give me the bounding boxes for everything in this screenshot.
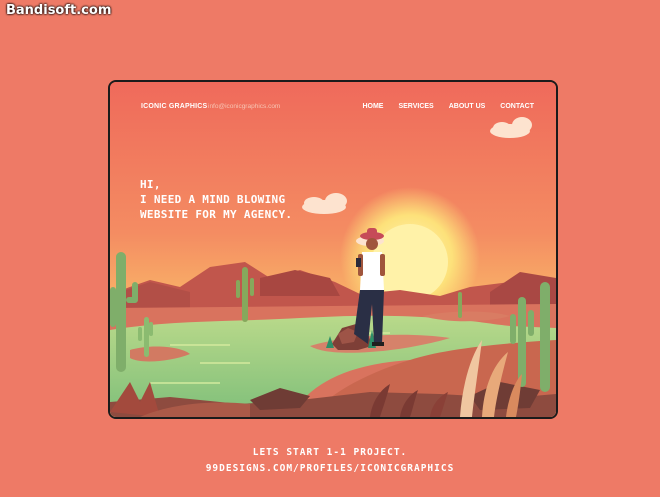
cactus-distant-2 <box>458 292 462 318</box>
nav-item-services[interactable]: SERVICES <box>398 103 433 110</box>
nav-item-contact[interactable]: CONTACT <box>500 103 534 110</box>
contact-email[interactable]: info@iconicgraphics.com <box>208 103 280 110</box>
brand-logo-text[interactable]: ICONIC GRAPHICS <box>141 103 207 110</box>
footer-line-2[interactable]: 99DESIGNS.COM/PROFILES/ICONICGRAPHICS <box>0 461 660 477</box>
top-navigation: ICONIC GRAPHICS info@iconicgraphics.com … <box>110 82 556 122</box>
website-mockup-frame: ICONIC GRAPHICS info@iconicgraphics.com … <box>108 80 558 419</box>
desert-scene-illustration <box>110 82 556 417</box>
nav-item-home[interactable]: HOME <box>362 103 383 110</box>
nav-item-about-us[interactable]: ABOUT US <box>449 103 486 110</box>
hero-headline: HI, I NEED A MIND BLOWING WEBSITE FOR MY… <box>140 177 360 222</box>
watermark: Bandisoft.com <box>6 3 112 18</box>
hero-line-1: HI, <box>140 178 161 191</box>
nav-menu: HOME SERVICES ABOUT US CONTACT <box>362 103 534 110</box>
hero-line-2: I NEED A MIND BLOWING <box>140 193 286 206</box>
hero-line-3: WEBSITE FOR MY AGENCY. <box>140 208 293 221</box>
footer-caption: LETS START 1-1 PROJECT. 99DESIGNS.COM/PR… <box>0 445 660 477</box>
footer-line-1: LETS START 1-1 PROJECT. <box>252 447 408 458</box>
